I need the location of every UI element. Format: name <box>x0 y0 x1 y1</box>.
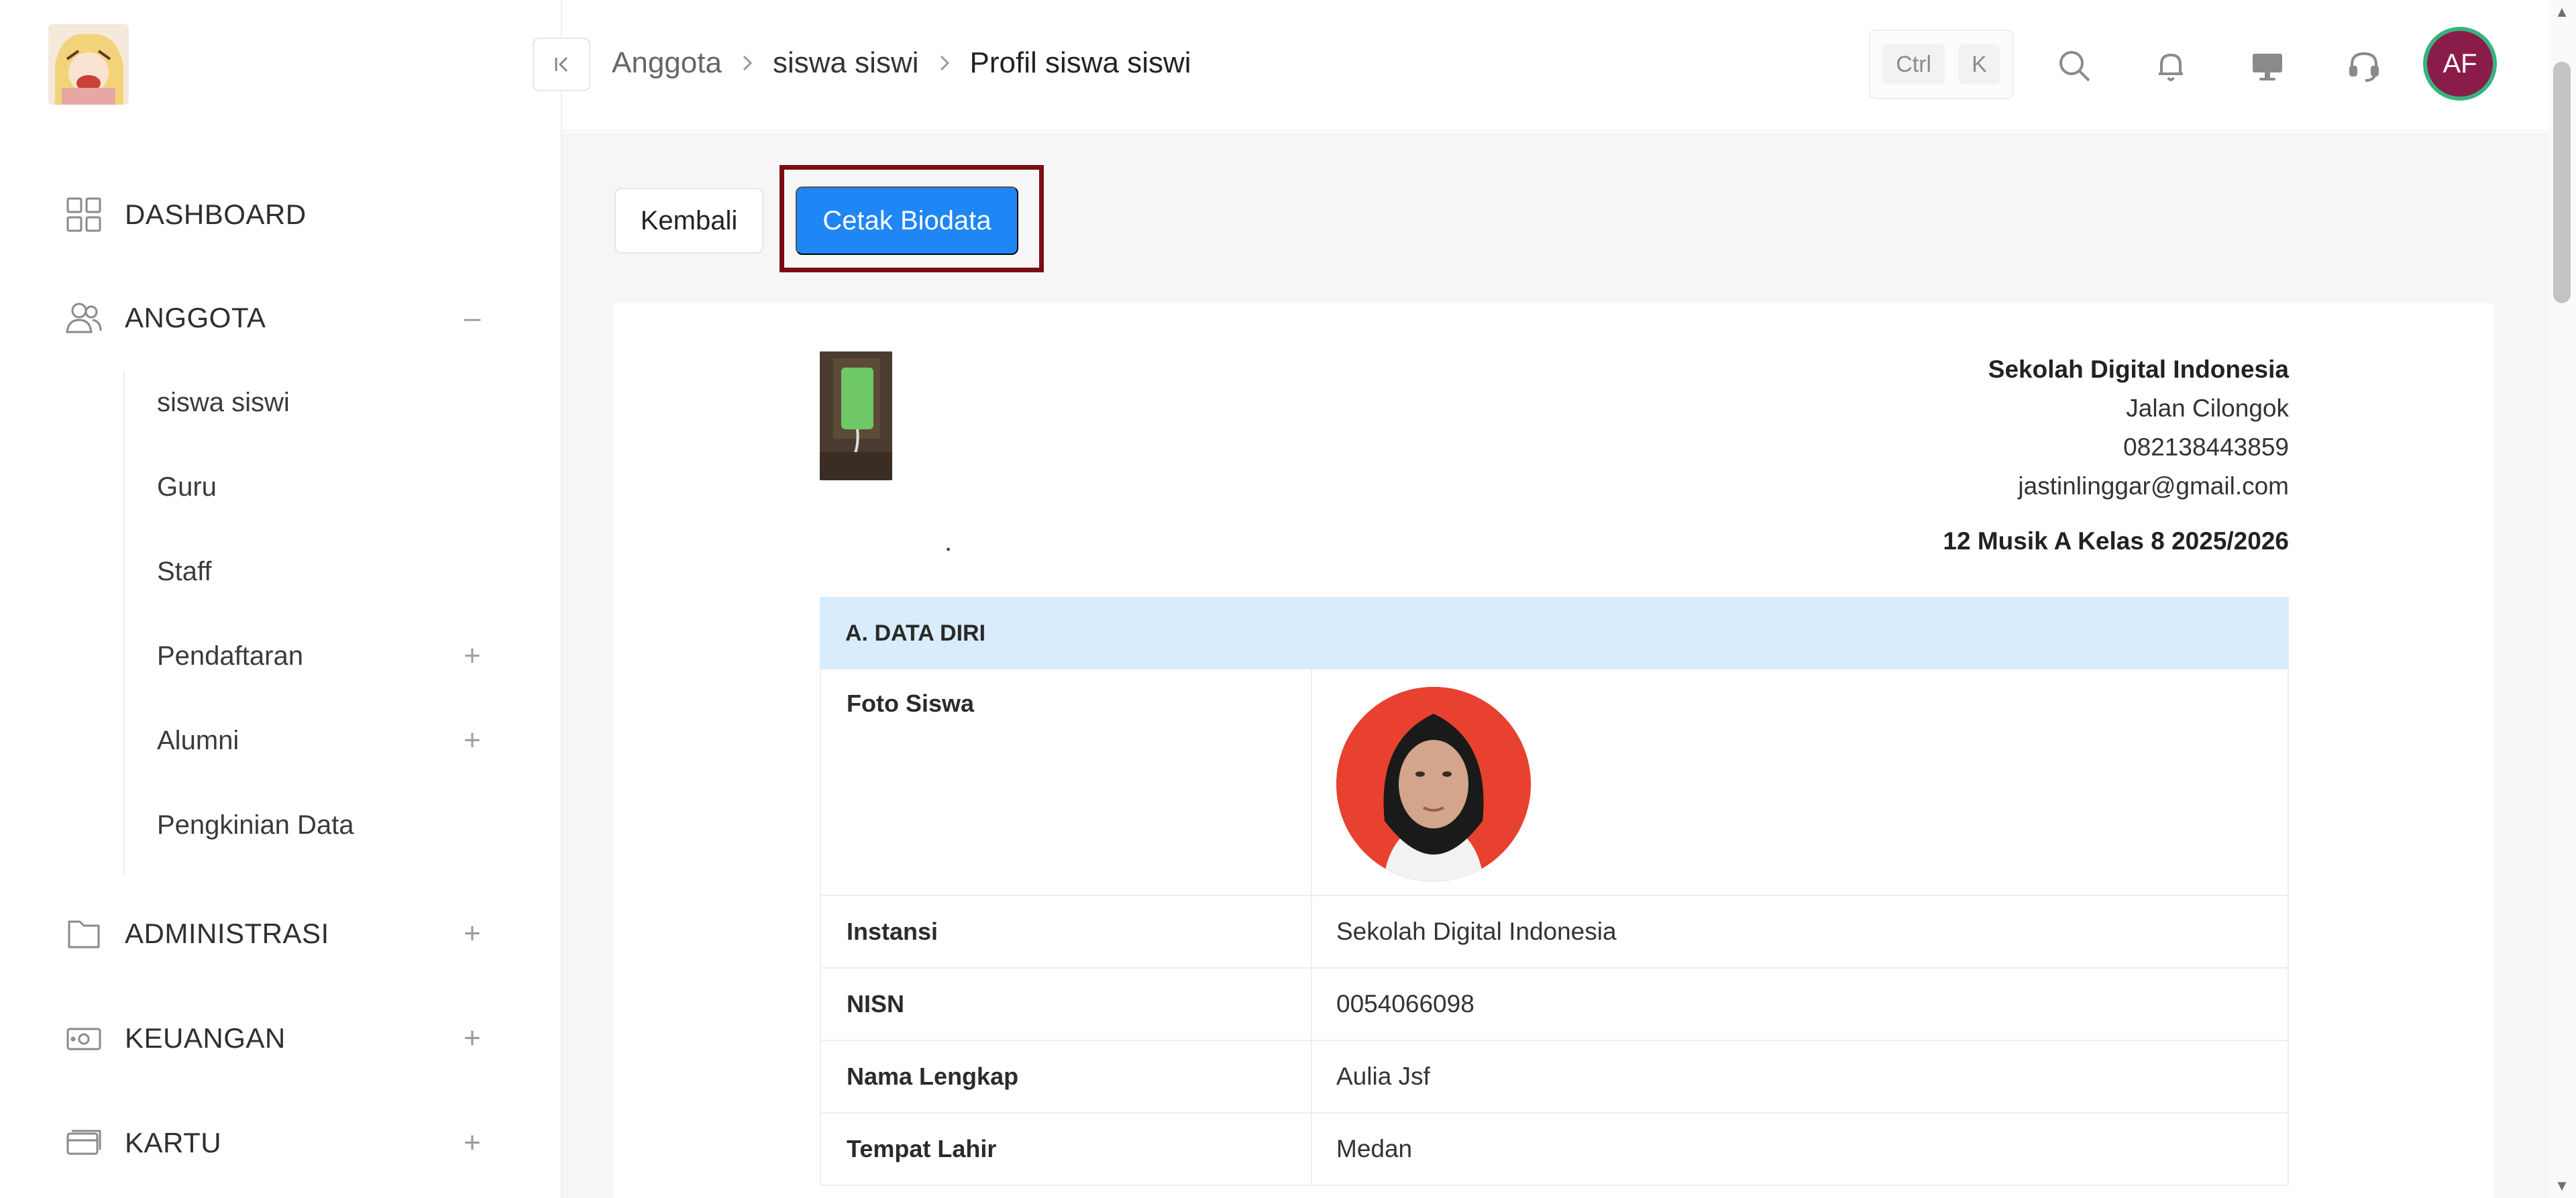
folder-icon <box>64 914 103 953</box>
headset-icon[interactable] <box>2340 42 2388 90</box>
monitor-icon[interactable] <box>2243 42 2292 90</box>
print-biodata-button[interactable]: Cetak Biodata <box>796 186 1018 255</box>
bell-icon[interactable] <box>2147 42 2195 90</box>
sidebar: DASHBOARD ANGGOTA – siswa siswi Guru Sta… <box>0 0 562 1198</box>
scroll-up-icon[interactable]: ▲ <box>2553 3 2571 20</box>
scrollbar-thumb[interactable] <box>2553 62 2571 303</box>
expand-icon[interactable]: + <box>460 1024 484 1053</box>
nav-label: KEUANGAN <box>125 1022 286 1054</box>
app-logo[interactable] <box>48 24 129 105</box>
nav-kartu[interactable]: KARTU + <box>0 1103 562 1183</box>
breadcrumb: Anggota siswa siswi Profil siswa siswi <box>612 43 1191 83</box>
field-value: Medan <box>1336 1135 1413 1162</box>
kbd-ctrl: Ctrl <box>1882 44 1945 85</box>
table-row: Tempat Lahir Medan <box>821 1113 2288 1186</box>
collapse-left-icon <box>555 56 568 72</box>
sidebar-item-label: Guru <box>157 472 217 502</box>
expand-icon[interactable]: + <box>460 919 484 948</box>
school-email: jastinlinggar@gmail.com <box>2018 472 2289 500</box>
breadcrumb-current: Profil siswa siswi <box>969 46 1191 79</box>
nav-keuangan[interactable]: KEUANGAN + <box>0 998 562 1079</box>
nav-label: DASHBOARD <box>125 199 307 230</box>
table-row: Nama Lengkap Aulia Jsf <box>821 1041 2288 1113</box>
back-button[interactable]: Kembali <box>614 188 763 254</box>
profile-table: Foto Siswa Instansi Sekolah Digital Indo… <box>820 669 2289 1186</box>
sidebar-item-alumni[interactable]: Alumni + <box>125 707 500 774</box>
expand-icon[interactable]: + <box>460 724 484 757</box>
column-divider <box>1311 896 1312 967</box>
collapse-sidebar-button[interactable] <box>533 38 590 91</box>
scroll-down-icon[interactable]: ▼ <box>2553 1177 2571 1194</box>
student-photo <box>1336 687 1531 881</box>
collapse-icon[interactable]: – <box>460 303 484 333</box>
field-label: Nama Lengkap <box>847 1063 1019 1090</box>
avatar[interactable]: AF <box>2423 27 2497 101</box>
column-divider <box>1311 969 1312 1040</box>
nav-label: ADMINISTRASI <box>125 918 329 949</box>
school-phone: 082138443859 <box>2123 433 2289 461</box>
sidebar-item-guru[interactable]: Guru <box>125 453 500 521</box>
school-photo <box>820 351 892 480</box>
field-value: 0054066098 <box>1336 990 1474 1018</box>
section-title: A. DATA DIRI <box>820 597 2289 669</box>
kbd-k: K <box>1958 44 2000 85</box>
card-icon <box>64 1124 103 1162</box>
dashboard-icon <box>64 195 103 234</box>
class-info: 12 Musik A Kelas 8 2025/2026 <box>1943 527 2289 555</box>
chevron-right-icon <box>722 54 773 72</box>
sidebar-item-pendaftaran[interactable]: Pendaftaran + <box>125 622 500 690</box>
breadcrumb-item[interactable]: siswa siswi <box>773 46 919 80</box>
separator-dot: . <box>945 527 953 557</box>
table-row: NISN 0054066098 <box>821 969 2288 1041</box>
school-address: Jalan Cilongok <box>2126 394 2289 422</box>
field-value: Aulia Jsf <box>1336 1063 1430 1090</box>
field-label: Tempat Lahir <box>847 1135 997 1162</box>
school-name: Sekolah Digital Indonesia <box>1988 356 2289 383</box>
nav-dashboard[interactable]: DASHBOARD <box>0 174 562 255</box>
breadcrumb-item[interactable]: Anggota <box>612 46 722 80</box>
column-divider <box>1311 1041 1312 1112</box>
field-label: NISN <box>847 990 905 1018</box>
expand-icon[interactable]: + <box>460 1128 484 1158</box>
users-icon <box>64 298 103 337</box>
sidebar-item-label: Alumni <box>157 725 239 755</box>
nav-label: KARTU <box>125 1127 222 1158</box>
nav-anggota[interactable]: ANGGOTA – <box>0 278 562 358</box>
field-value: Sekolah Digital Indonesia <box>1336 918 1617 945</box>
sidebar-item-label: siswa siswi <box>157 387 290 417</box>
sidebar-item-siswa[interactable]: siswa siswi <box>125 369 500 436</box>
sidebar-item-label: Pendaftaran <box>157 641 303 671</box>
sidebar-item-label: Pengkinian Data <box>157 810 354 840</box>
sidebar-item-staff[interactable]: Staff <box>125 538 500 605</box>
expand-icon[interactable]: + <box>460 639 484 672</box>
nav-label: ANGGOTA <box>125 302 266 333</box>
sidebar-item-label: Staff <box>157 556 212 586</box>
column-divider <box>1311 669 1312 895</box>
chevron-right-icon <box>919 54 970 72</box>
column-divider <box>1311 1113 1312 1185</box>
logo-illustration <box>48 24 129 105</box>
field-label: Foto Siswa <box>847 690 975 717</box>
nav-administrasi[interactable]: ADMINISTRASI + <box>0 893 562 974</box>
field-label: Instansi <box>847 918 938 945</box>
search-icon[interactable] <box>2050 42 2098 90</box>
table-row: Instansi Sekolah Digital Indonesia <box>821 896 2288 969</box>
search-shortcut[interactable]: Ctrl K <box>1869 30 2014 99</box>
sidebar-item-pengkinian[interactable]: Pengkinian Data <box>125 792 500 859</box>
money-icon <box>64 1019 103 1058</box>
table-row: Foto Siswa <box>821 669 2288 896</box>
